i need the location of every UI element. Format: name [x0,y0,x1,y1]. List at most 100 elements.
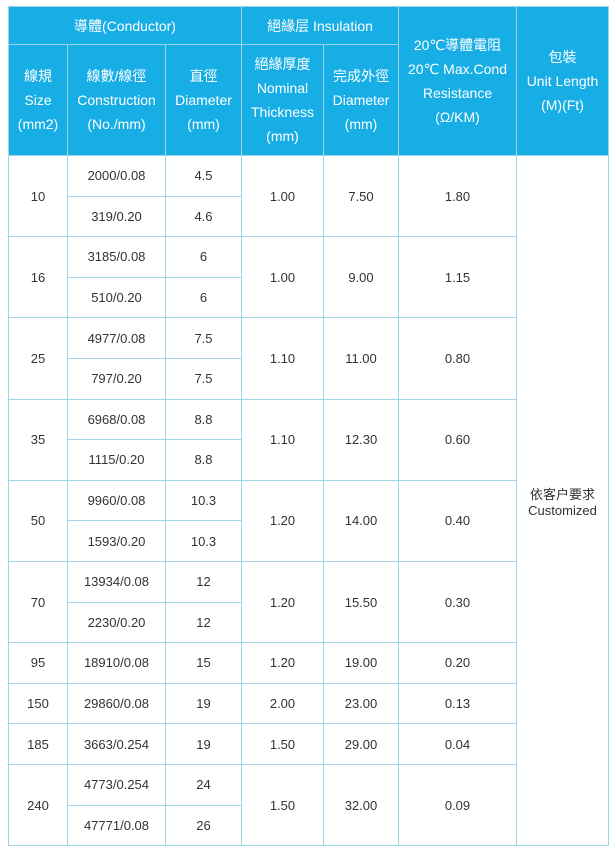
construction-cell: 2000/0.08 [67,155,166,197]
resistance-cell: 0.80 [398,317,517,400]
conductor-diameter-cell: 26 [165,804,242,847]
text-line: 線規 [24,68,52,84]
outer-diameter-cell: 14.00 [323,479,399,562]
text-line: Size [24,92,52,108]
conductor-diameter-cell: 12 [165,560,242,603]
text-line: (mm) [344,116,378,132]
size-cell: 10 [8,154,68,238]
conductor-diameter-cell: 15 [165,642,242,684]
table-row: 10 2000/0.08 4.5 1.00 7.50 1.80 依客户要求 Customize… [8,154,609,847]
text-line: Thickness [250,104,315,120]
conductor-group-header: 導體(Conductor) [8,6,242,45]
text-line: (mm) [266,128,299,144]
resistance-cell: 0.60 [398,398,517,481]
construction-cell: 13934/0.08 [67,560,166,603]
construction-cell: 1593/0.20 [67,520,166,562]
text-line: 20℃導體電阻 [413,37,502,53]
conductor-diameter-cell: 8.8 [165,398,242,441]
resistance-header: 20℃導體電阻 20℃ Max.Cond Resistance (Ω/KM) [398,6,517,156]
thickness-cell: 1.20 [241,479,324,562]
conductor-diameter-header: 直徑 Diameter (mm) [165,44,242,156]
text-line: 線數/線徑 [86,68,147,84]
construction-cell: 18910/0.08 [67,642,166,684]
thickness-cell: 1.00 [241,236,324,319]
package-header: 包裝 Unit Length (M)(Ft) [516,6,609,156]
package-cell: 依客户要求 Customized [516,154,609,847]
text-line: Diameter [332,92,390,108]
outer-diameter-cell: 29.00 [323,723,399,765]
conductor-diameter-cell: 4.5 [165,155,242,197]
resistance-cell: 0.04 [398,723,517,765]
size-cell: 150 [8,682,68,725]
construction-cell: 9960/0.08 [67,479,166,522]
construction-cell: 797/0.20 [67,357,166,400]
conductor-diameter-cell: 8.8 [165,439,242,481]
conductor-diameter-cell: 12 [165,601,242,644]
outer-diameter-cell: 12.30 [323,398,399,481]
thickness-cell: 1.20 [241,642,324,684]
construction-cell: 319/0.20 [67,195,166,238]
outer-diameter-cell: 32.00 [323,763,399,847]
resistance-cell: 0.30 [398,560,517,644]
text-line: 絕緣厚度 [254,56,311,72]
construction-cell: 4977/0.08 [67,317,166,359]
text-line: (mm2) [17,116,59,132]
conductor-diameter-cell: 10.3 [165,520,242,562]
construction-cell: 29860/0.08 [67,682,166,725]
text-line: 20℃ Max.Cond [408,61,507,77]
outer-diameter-cell: 19.00 [323,642,399,684]
text-line: 包裝 [548,49,577,65]
text-line: 依客户要求 [529,486,595,502]
construction-cell: 3663/0.254 [67,723,166,765]
size-cell: 25 [8,317,68,400]
size-cell: 35 [8,398,68,481]
thickness-header: 絕緣厚度 Nominal Thickness (mm) [241,44,324,156]
text-line: Diameter [175,92,232,108]
text-line: Construction [77,92,156,108]
thickness-cell: 1.10 [241,317,324,400]
text-line: Resistance [422,85,493,101]
size-cell: 95 [8,642,68,684]
size-cell: 240 [8,763,68,847]
outer-diameter-cell: 23.00 [323,682,399,725]
construction-cell: 47771/0.08 [67,804,166,847]
thickness-cell: 1.10 [241,398,324,481]
resistance-cell: 0.20 [398,642,517,684]
outer-diameter-cell: 7.50 [323,154,399,238]
conductor-diameter-cell: 6 [165,276,242,319]
text-line: 完成外徑 [333,68,389,84]
construction-cell: 4773/0.254 [67,763,166,806]
resistance-cell: 0.09 [398,763,517,847]
conductor-diameter-cell: 19 [165,723,242,765]
construction-header: 線數/線徑 Construction (No./mm) [67,44,166,156]
thickness-cell: 1.50 [241,763,324,847]
resistance-cell: 0.40 [398,479,517,562]
text-line: (M)(Ft) [541,97,584,113]
cable-spec-table: 導體(Conductor) 絕緣层 Insulation 20℃導體電阻 20℃ … [8,6,609,847]
thickness-cell: 2.00 [241,682,324,725]
table-body: 10 2000/0.08 4.5 1.00 7.50 1.80 依客户要求 Customize… [8,154,609,847]
resistance-cell: 1.80 [398,154,517,238]
insulation-group-header: 絕緣层 Insulation [241,6,399,45]
outer-diameter-cell: 9.00 [323,236,399,319]
thickness-cell: 1.50 [241,723,324,765]
text-line: Customized [528,502,597,518]
construction-cell: 1115/0.20 [67,439,166,481]
resistance-cell: 0.13 [398,682,517,725]
conductor-diameter-cell: 7.5 [165,317,242,359]
thickness-cell: 1.20 [241,560,324,644]
construction-cell: 3185/0.08 [67,236,166,278]
text-line: (mm) [187,116,220,132]
conductor-diameter-cell: 4.6 [165,195,242,238]
conductor-diameter-cell: 19 [165,682,242,725]
outer-diameter-header: 完成外徑 Diameter (mm) [323,44,399,156]
construction-cell: 510/0.20 [67,276,166,319]
outer-diameter-cell: 11.00 [323,317,399,400]
table-header: 導體(Conductor) 絕緣层 Insulation 20℃導體電阻 20℃ … [8,6,609,156]
size-cell: 185 [8,723,68,765]
size-cell: 50 [8,479,68,562]
text-line: 直徑 [189,68,218,84]
resistance-cell: 1.15 [398,236,517,319]
size-cell: 16 [8,236,68,319]
conductor-diameter-cell: 10.3 [165,479,242,522]
